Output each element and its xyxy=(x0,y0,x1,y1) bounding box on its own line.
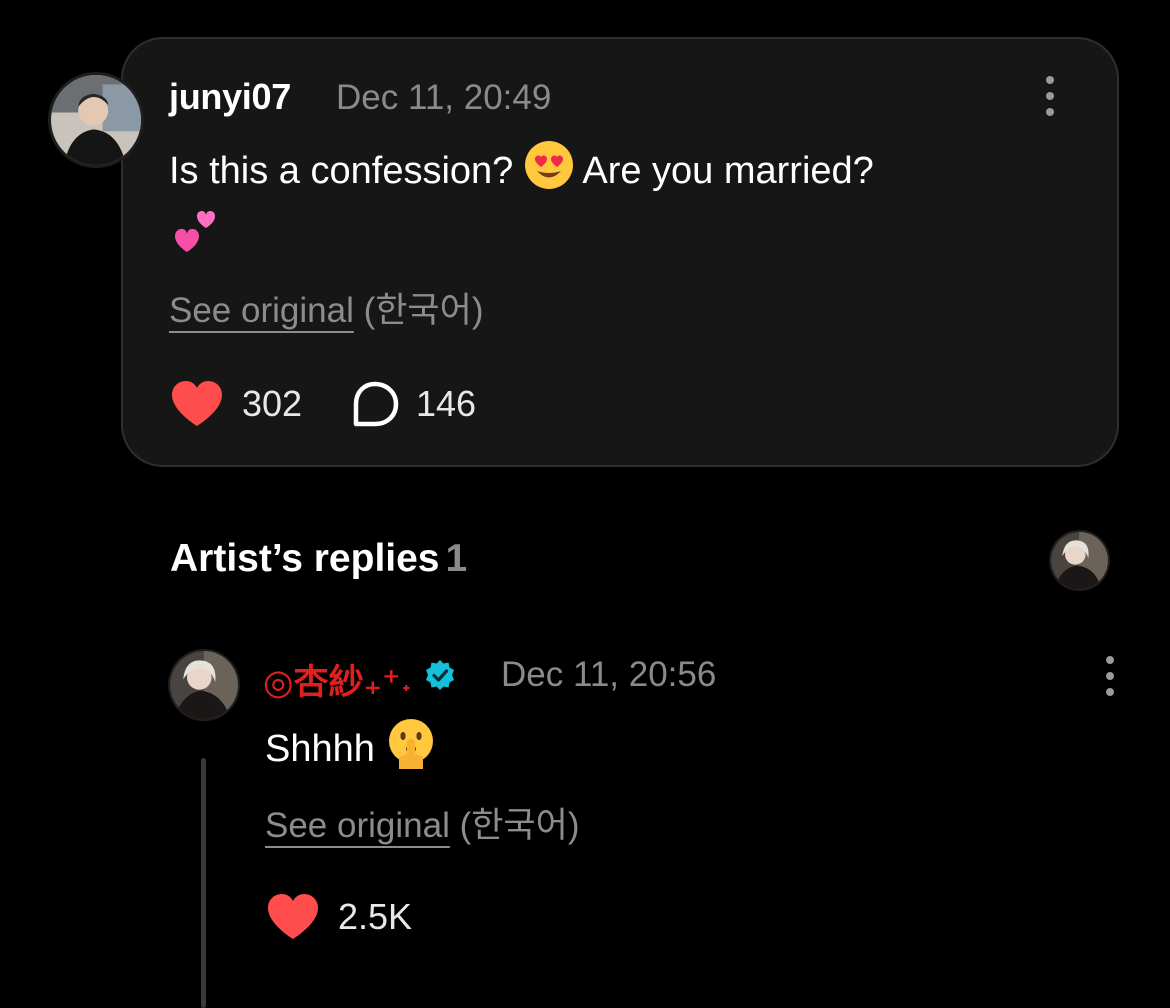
comment-like-count: 302 xyxy=(242,383,303,424)
reply-see-original-link[interactable]: See original xyxy=(265,806,450,845)
reply-translation-row: See original (한국어) xyxy=(265,797,580,848)
comment-translation-row: See original (한국어) xyxy=(169,282,484,333)
comment-like-button[interactable]: 302 xyxy=(170,380,302,428)
comment-reply-button[interactable]: 146 xyxy=(350,380,476,428)
reply-body: Shhhh xyxy=(265,717,437,785)
heart-icon xyxy=(268,894,318,939)
comment-reply-count: 146 xyxy=(416,383,477,424)
two-hearts-emoji-icon xyxy=(169,206,1069,272)
comment-thread-view: junyi07 Dec 11, 20:49 Is this a confessi… xyxy=(0,0,1170,1008)
artist-replies-header: Artist’s replies 1 xyxy=(170,537,467,581)
comment-body: Is this a confession? Are you married? xyxy=(169,140,1069,272)
original-language: (한국어) xyxy=(363,291,484,330)
verified-badge-icon xyxy=(424,659,456,700)
artist-replies-count: 1 xyxy=(445,537,468,580)
user-avatar[interactable] xyxy=(48,72,144,168)
artist-username-row[interactable]: ◎杏紗₊⁺˖ xyxy=(263,654,456,705)
comment-more-options-icon[interactable] xyxy=(1038,76,1062,116)
comment-username[interactable]: junyi07 xyxy=(169,76,291,118)
reply-like-button[interactable]: 2.5K xyxy=(266,893,412,941)
heart-eyes-emoji-icon xyxy=(524,140,574,206)
comment-text-part2: Are you married? xyxy=(582,150,874,193)
artist-avatar[interactable] xyxy=(168,649,240,721)
comment-text-part1: Is this a confession? xyxy=(169,150,514,193)
speech-bubble-icon xyxy=(353,381,399,427)
reply-original-language: (한국어) xyxy=(459,806,580,845)
reply-timestamp: Dec 11, 20:56 xyxy=(501,655,717,694)
artist-replies-title: Artist’s replies xyxy=(170,537,440,580)
see-original-link[interactable]: See original xyxy=(169,291,354,330)
comment-timestamp: Dec 11, 20:49 xyxy=(336,78,552,117)
shushing-face-emoji-icon xyxy=(385,717,437,785)
reply-text: Shhhh xyxy=(265,728,375,771)
reply-like-count: 2.5K xyxy=(338,896,413,937)
artist-small-avatar[interactable] xyxy=(1049,530,1110,591)
reply-more-options-icon[interactable] xyxy=(1098,656,1122,696)
reply-thread-line xyxy=(201,758,206,1008)
heart-icon xyxy=(172,381,222,426)
artist-username[interactable]: ◎杏紗₊⁺˖ xyxy=(263,654,412,705)
